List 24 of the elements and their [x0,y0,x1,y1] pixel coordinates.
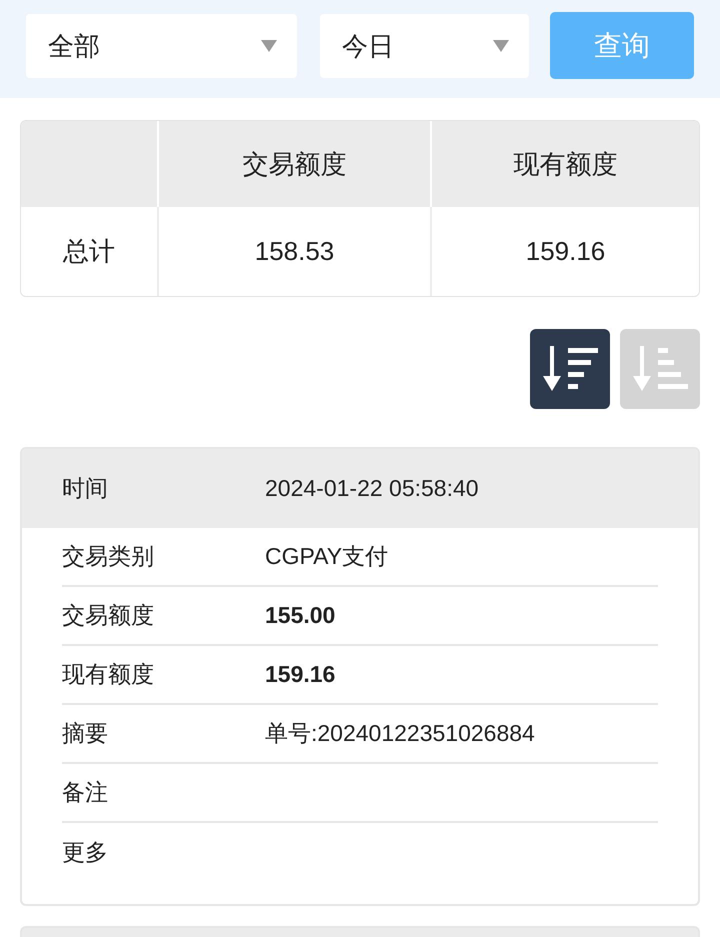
field-label: 交易类别 [62,542,155,572]
field-label: 时间 [62,474,109,504]
field-value: 159.16 [265,660,336,690]
field-label: 备注 [62,778,109,808]
field-label: 更多 [62,838,109,868]
field-label: 交易额度 [62,601,155,630]
sort-button[interactable] [530,329,610,409]
column-header: 现有额度 [514,148,618,180]
field-value: 单号:20240122351026884 [265,719,535,748]
sort-descending-icon [540,346,600,392]
dropdown[interactable]: 全部 [26,14,298,78]
row-label: 总计 [63,235,115,268]
field-value: 2024-01-22 05:58:40 [265,474,479,504]
table-cell-text: 158.53 [254,235,334,268]
caret-icon [492,40,509,52]
field-label: 现有额度 [62,660,155,690]
field-label: 摘要 [62,719,109,748]
caret-icon [261,40,278,52]
dropdown[interactable]: 今日 [320,14,529,78]
sort-ascending-icon [630,346,690,392]
table-cell-text: 159.16 [526,235,606,268]
field-value: 155.00 [265,601,336,630]
column-header: 交易额度 [242,148,346,180]
field-value: CGPAY支付 [265,542,388,572]
